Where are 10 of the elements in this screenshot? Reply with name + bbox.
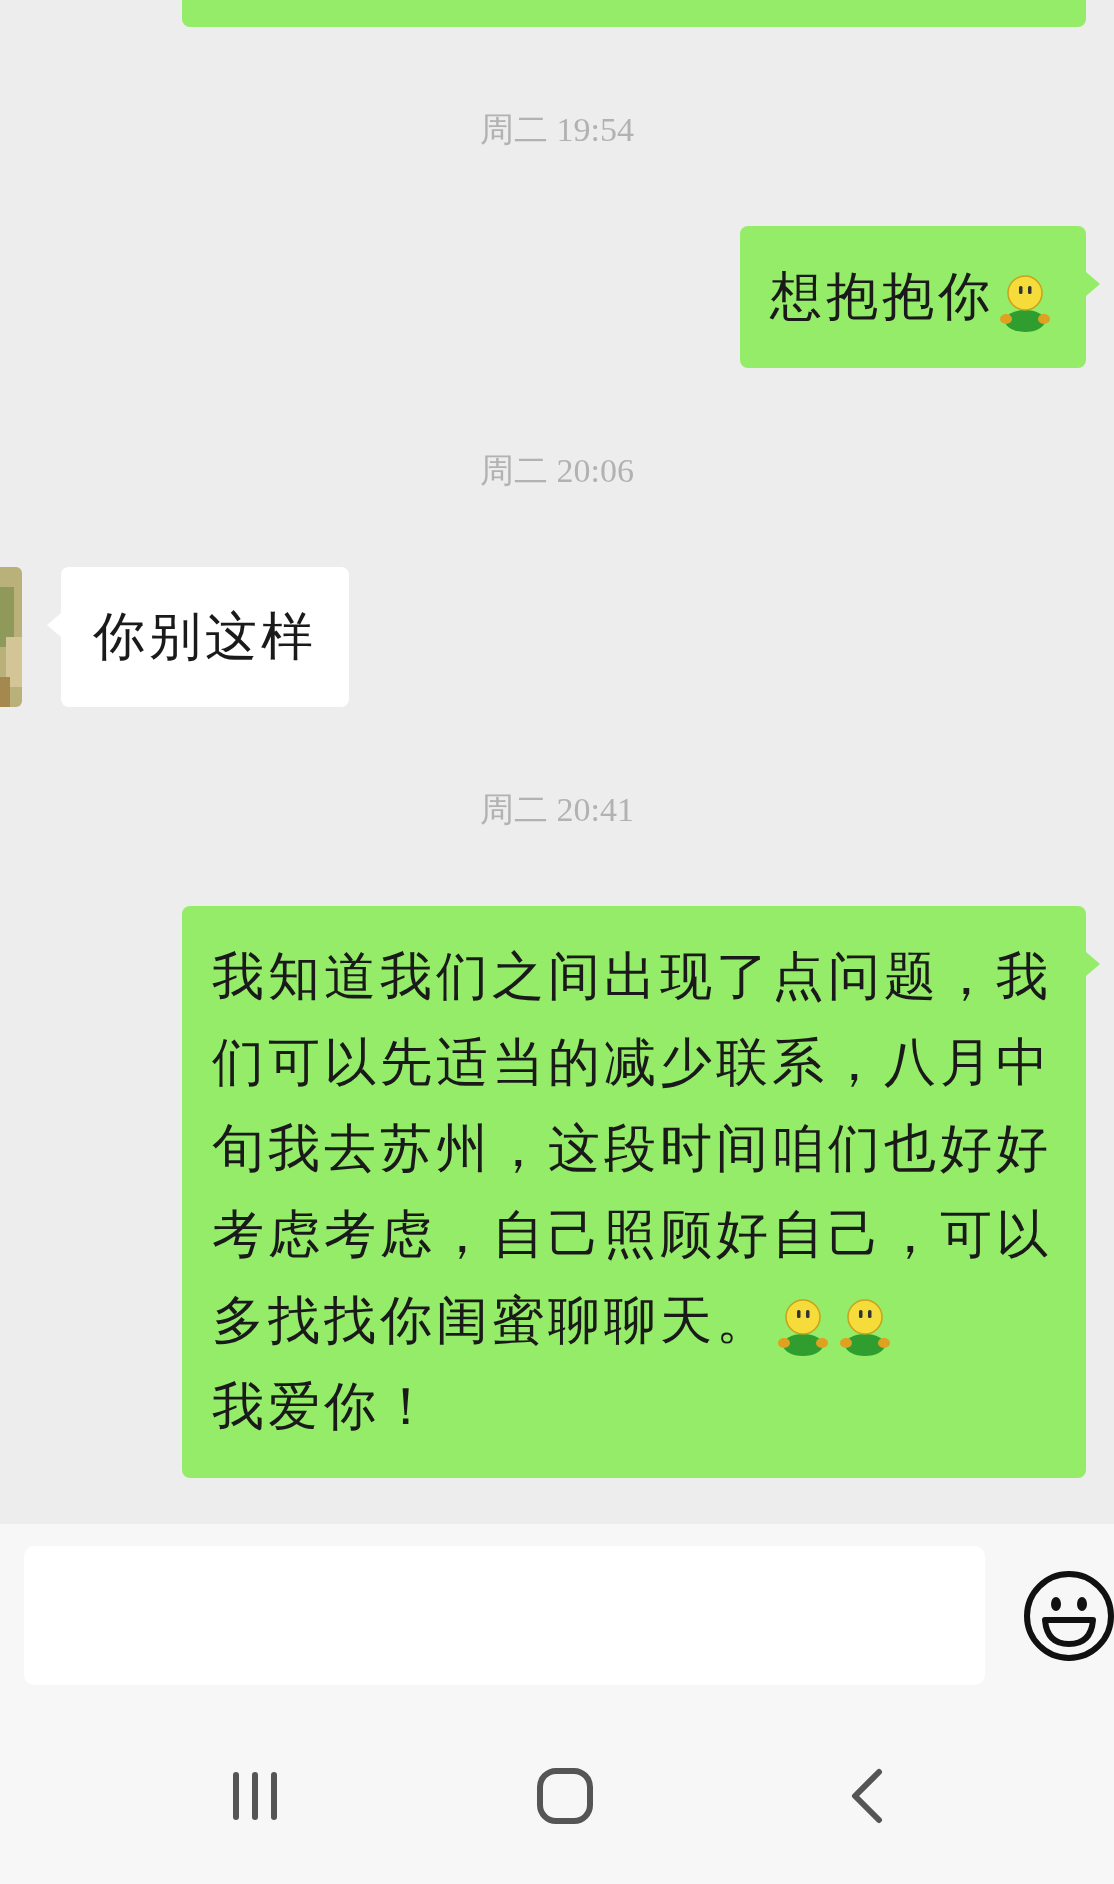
- message-text: 我爱你！: [212, 1378, 436, 1435]
- timestamp: 周二 19:54: [480, 110, 634, 150]
- message-text: 想抱抱你: [770, 268, 994, 325]
- emoji-icon[interactable]: [1023, 1569, 1114, 1662]
- message-text: 我知道我们之间出现了点问题，我们可以先适当的减少联系，八月中旬我去苏州，这段时间咱们也好好考虑考虑，自己照顾好自己，可以: [212, 948, 1052, 1263]
- message-text: 你别这样: [93, 608, 317, 665]
- home-icon[interactable]: [536, 1766, 594, 1825]
- message-text: 多找找你闺蜜聊聊天。: [212, 1292, 772, 1349]
- timestamp: 周二 20:06: [480, 451, 634, 491]
- timestamp: 周二 20:41: [480, 790, 634, 830]
